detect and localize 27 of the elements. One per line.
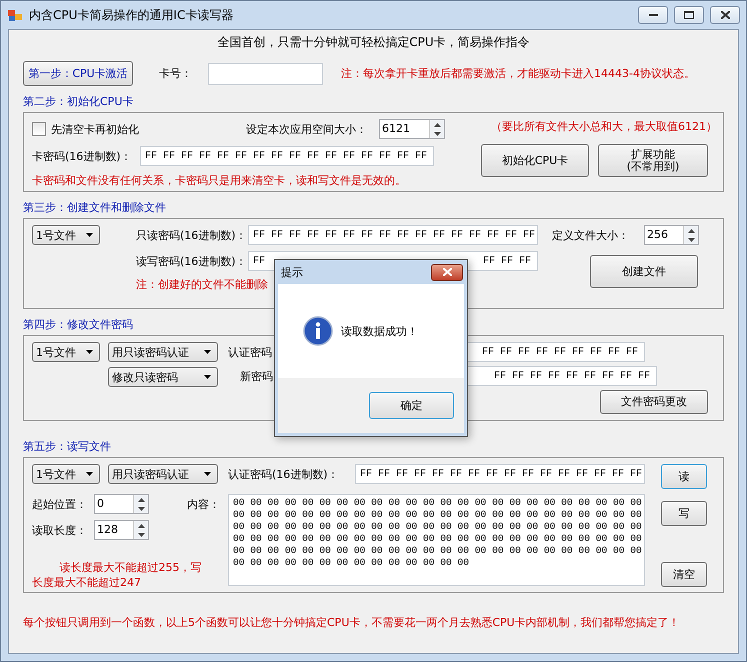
read-key-label: 只读密码(16进制数)： (136, 228, 248, 242)
step-title: 第五步：读写文件 (23, 439, 111, 454)
auth-key-label: 认证密码(16进制数)： (228, 466, 340, 482)
window-title: 内含CPU卡简易操作的通用IC卡读写器 (29, 6, 234, 24)
length-note: 读长度最大不能超过255，写长度最大不能超过247 (32, 560, 202, 590)
step-title: 第三步：创建文件和删除文件 (23, 200, 166, 215)
dialog-message: 读取数据成功！ (341, 324, 418, 338)
space-size-note: （要比所有文件大小总和大，最大取值6121） (490, 119, 717, 134)
card-number-label: 卡号： (158, 66, 192, 81)
dialog-title: 提示 (281, 264, 303, 280)
card-key-label: 卡密码(16进制数)： (32, 148, 133, 164)
subtitle: 全国首创，只需十分钟就可轻松搞定CPU卡，简易操作指令 (216, 34, 531, 51)
create-file-note: 注：创建好的文件不能删除 (136, 277, 269, 292)
read-length-label: 读取长度： (32, 522, 88, 538)
new-key-label: 新密码 (239, 368, 274, 384)
step-title: 第二步：初始化CPU卡 (23, 94, 134, 109)
activate-note: 注：每次拿开卡重放后都需要激活，才能驱动卡进入14443-4协议状态。 (340, 66, 695, 81)
content-label: 内容： (186, 496, 220, 512)
read-write-key-label: 读写密码(16进制数)： (136, 254, 248, 268)
file-size-label: 定义文件大小： (552, 228, 630, 242)
step-title: 第四步：修改文件密码 (23, 317, 133, 332)
auth-key-label: 认证密码 (228, 344, 273, 360)
start-position-label: 起始位置： (32, 496, 88, 512)
footer-note: 每个按钮只调用到一个函数，以上5个函数可以让您十分钟搞定CPU卡，不需要花一两个月去熟悉CPU卡内部机制，我们都帮您搞定了！ (23, 615, 680, 630)
card-key-note: 卡密码和文件没有任何关系，卡密码只是用来清空卡，读和写文件是无效的。 (32, 173, 407, 188)
space-size-label: 设定本次应用空间大小： (246, 122, 368, 136)
checkbox-label: 先清空卡再初始化 (50, 122, 140, 136)
